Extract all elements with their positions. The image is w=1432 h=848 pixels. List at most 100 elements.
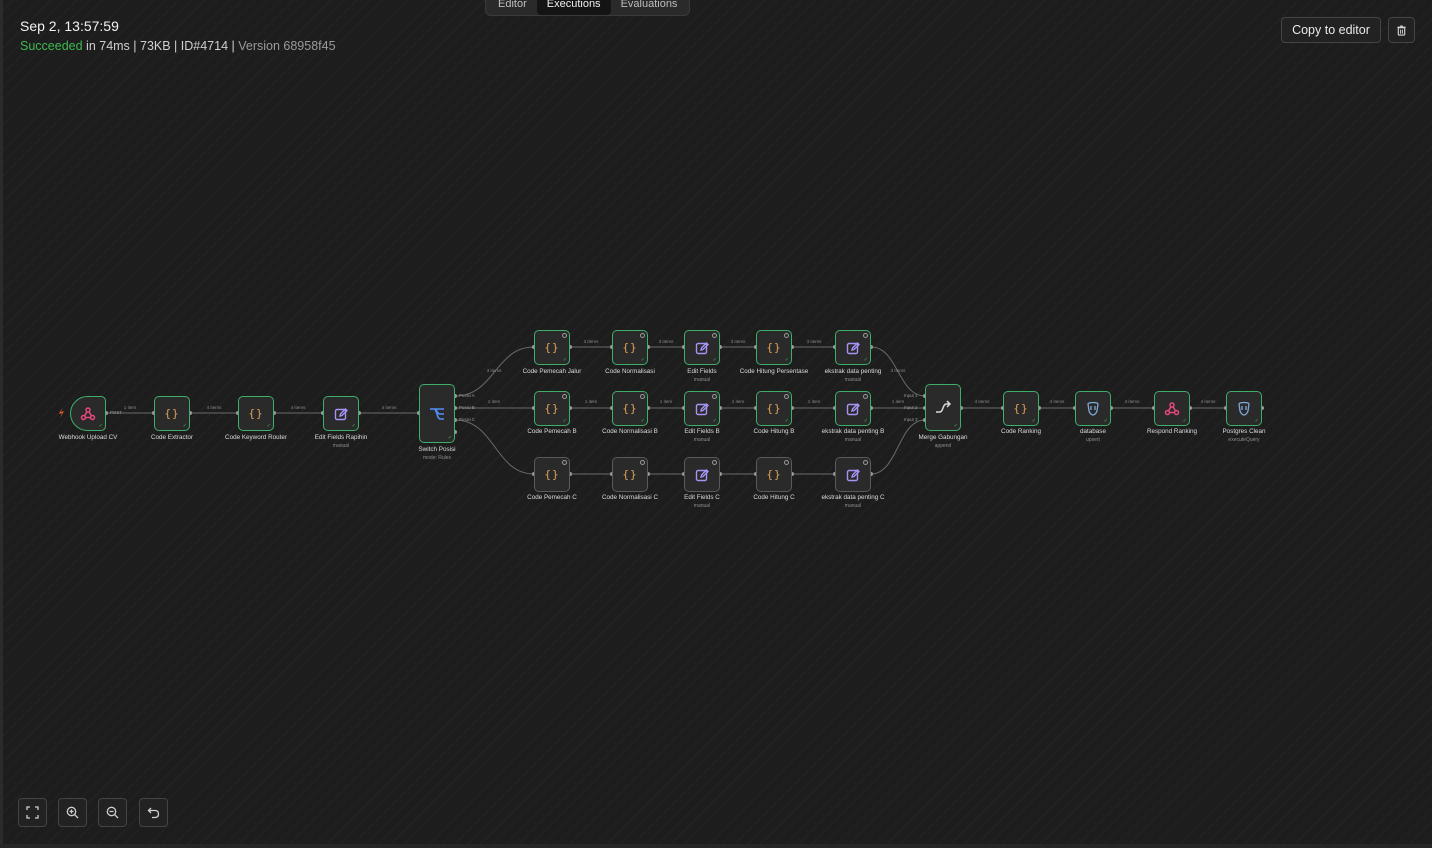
code-icon: {} — [1013, 402, 1029, 415]
node-label: Code Pemecah C — [527, 494, 577, 501]
node-postgres-clean[interactable]: ✓ — [1226, 391, 1262, 426]
undo-icon — [147, 807, 160, 819]
node-code-ranking[interactable]: {} ✓ — [1003, 391, 1039, 426]
node-label: Respond Ranking — [1146, 428, 1198, 435]
node-code-normalisasi-c[interactable]: {} — [612, 457, 648, 492]
edge-label: 1 item — [807, 399, 821, 404]
node-switch-posisi[interactable]: ✓ — [419, 384, 455, 443]
node-code-normalisasi-b[interactable]: {} ✓ — [612, 391, 648, 426]
node-ekstrak-data-penting-c[interactable] — [835, 457, 871, 492]
node-label: Postgres Clean — [1222, 428, 1266, 435]
node-edit-fields-b[interactable]: ✓ — [684, 391, 720, 426]
node-label: Code Keyword Router — [225, 434, 287, 441]
pin-indicator — [784, 460, 789, 465]
edge-label: 1 item — [731, 399, 745, 404]
pin-indicator — [784, 394, 789, 399]
success-check-icon: ✓ — [712, 357, 717, 363]
success-check-icon: ✓ — [562, 418, 567, 424]
reset-zoom-button[interactable] — [139, 798, 168, 827]
edge-label: 3 items — [890, 368, 906, 373]
success-check-icon: ✓ — [447, 435, 452, 441]
pin-indicator — [712, 333, 717, 338]
edge-label: 4 items — [1124, 399, 1140, 404]
node-subtitle: manual — [844, 437, 862, 443]
node-ekstrak-data-penting[interactable]: ✓ — [835, 330, 871, 365]
node-webhook-upload-cv[interactable]: ✓ — [70, 396, 106, 431]
success-check-icon: ✓ — [640, 357, 645, 363]
node-code-hitung-persentase[interactable]: {} ✓ — [756, 330, 792, 365]
pin-indicator — [640, 333, 645, 338]
success-check-icon: ✓ — [640, 418, 645, 424]
success-check-icon: ✓ — [1254, 418, 1259, 424]
edge-label: 4 items — [381, 405, 397, 410]
node-subtitle: manual — [693, 377, 711, 383]
node-code-extractor[interactable]: {} ✓ — [154, 396, 190, 431]
node-merge-gabungan[interactable]: ✓ — [925, 384, 961, 431]
workflow-canvas[interactable]: Editor Executions Evaluations Sep 2, 13:… — [0, 0, 1432, 848]
node-subtitle: manual — [693, 503, 711, 509]
port-label-posisi-b: Posisi B — [459, 405, 475, 410]
zoom-out-button[interactable] — [98, 798, 127, 827]
node-label: Edit Fields B — [684, 428, 720, 435]
node-label: Code Hitung Persentase — [739, 368, 809, 375]
webhook-icon — [80, 406, 96, 420]
node-label: ekstrak data penting B — [821, 428, 885, 435]
postgres-icon — [1238, 401, 1250, 416]
zoom-in-icon — [66, 806, 79, 819]
pin-indicator — [863, 394, 868, 399]
node-code-hitung-b[interactable]: {} ✓ — [756, 391, 792, 426]
port-label-posisi-a: Posisi A — [459, 393, 475, 398]
port-label-input-3: Input 3 — [904, 417, 918, 422]
node-respond-ranking[interactable]: ✓ — [1154, 391, 1190, 426]
success-check-icon: ✓ — [182, 423, 187, 429]
edge-label: 4 items — [290, 405, 306, 410]
edge-label: 4 items — [1049, 399, 1065, 404]
fit-view-icon — [26, 806, 39, 819]
edge-switch-c — [454, 419, 535, 475]
node-label: Edit Fields — [687, 368, 717, 375]
code-icon: {} — [766, 402, 782, 415]
pin-indicator — [712, 394, 717, 399]
node-label: Code Normalisasi C — [602, 494, 658, 501]
pin-indicator — [640, 460, 645, 465]
fit-view-button[interactable] — [18, 798, 47, 827]
node-subtitle: manual — [332, 443, 350, 449]
port-label-input-2: Input 2 — [904, 405, 918, 410]
zoom-in-button[interactable] — [58, 798, 87, 827]
code-icon: {} — [544, 468, 560, 481]
node-database[interactable]: ✓ — [1075, 391, 1111, 426]
edit-icon — [846, 468, 860, 481]
success-check-icon: ✓ — [953, 423, 958, 429]
node-code-hitung-c[interactable]: {} — [756, 457, 792, 492]
edge-label: 3 items — [486, 368, 502, 373]
node-edit-fields[interactable]: ✓ — [684, 330, 720, 365]
pin-indicator — [640, 394, 645, 399]
node-edit-fields-c[interactable] — [684, 457, 720, 492]
zoom-out-icon — [106, 806, 119, 819]
node-code-pemecah-b[interactable]: {} ✓ — [534, 391, 570, 426]
node-code-normalisasi[interactable]: {} ✓ — [612, 330, 648, 365]
node-code-pemecah-jalur[interactable]: {} ✓ — [534, 330, 570, 365]
node-label: Webhook Upload CV — [58, 434, 118, 441]
edge-label: 3 items — [658, 339, 674, 344]
pin-indicator — [562, 460, 567, 465]
edge-label: 4 items — [1200, 399, 1216, 404]
node-subtitle: upsert — [1086, 437, 1100, 443]
node-subtitle: append — [934, 443, 952, 449]
node-label: ekstrak data penting — [824, 368, 882, 375]
node-code-pemecah-c[interactable]: {} — [534, 457, 570, 492]
port-label-post: POST — [110, 410, 122, 415]
trigger-bolt-icon — [59, 408, 64, 418]
code-icon: {} — [544, 402, 560, 415]
node-ekstrak-data-penting-b[interactable]: ✓ — [835, 391, 871, 426]
success-check-icon: ✓ — [1182, 418, 1187, 424]
code-icon: {} — [164, 407, 180, 420]
success-check-icon: ✓ — [863, 357, 868, 363]
node-subtitle: manual — [844, 503, 862, 509]
edge-label: 4 items — [974, 399, 990, 404]
code-icon: {} — [248, 407, 264, 420]
node-code-keyword-router[interactable]: {} ✓ — [238, 396, 274, 431]
node-edit-fields-rapihin[interactable]: ✓ — [323, 396, 359, 431]
webhook-icon — [1164, 401, 1180, 415]
success-check-icon: ✓ — [784, 357, 789, 363]
